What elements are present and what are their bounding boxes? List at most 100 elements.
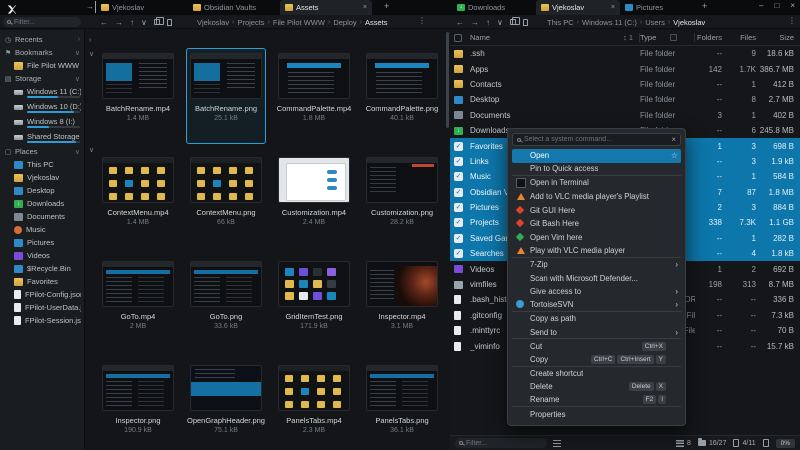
grid-item[interactable]: Inspector.mp4 3.1 MB [362, 256, 442, 352]
sidebar-item[interactable]: $Recycle.Bin [0, 262, 84, 275]
sidebar-item[interactable]: File Pilot WWW [0, 59, 84, 72]
breadcrumb-segment[interactable]: Vjekoslav [197, 18, 229, 27]
context-menu-item[interactable]: Pin to Quick access [512, 163, 681, 177]
file-row[interactable]: Desktop File folder -- 8 2.7 MB [450, 92, 800, 107]
grid-item[interactable]: PanelsTabs.mp4 2.3 MB [274, 360, 354, 450]
sidebar-section-header[interactable]: Recents › [0, 33, 84, 46]
up-icon[interactable]: ↑ [486, 18, 490, 27]
column-header-type[interactable]: Type [640, 33, 695, 42]
context-menu-item[interactable]: Copy as path [512, 312, 681, 326]
context-menu-item[interactable]: Add to VLC media player's Playlist [512, 190, 681, 204]
file-row[interactable]: .ssh File folder -- 9 18.6 kB [450, 46, 800, 61]
chevron-icon[interactable]: › [78, 36, 80, 43]
close-icon[interactable]: × [671, 135, 676, 144]
grid-item[interactable]: GridItemTest.png 171.9 kB [274, 256, 354, 352]
breadcrumb-segment[interactable]: Deploy [333, 18, 356, 27]
sidebar-item[interactable]: Desktop [0, 184, 84, 197]
grid-item[interactable]: BatchRename.mp4 1.4 MB [98, 48, 178, 144]
sidebar-item[interactable]: FPilot-UserData.json [0, 301, 84, 314]
tab-close-icon[interactable]: × [611, 4, 615, 11]
minimize-button[interactable]: – [759, 1, 763, 10]
tab[interactable]: Vjekoslav × [536, 0, 620, 15]
context-menu-item[interactable]: TortoiseSVN [512, 299, 681, 313]
scrollbar-thumb[interactable] [446, 32, 449, 128]
context-menu-item[interactable]: Git GUI Here [512, 203, 681, 217]
close-button[interactable]: × [790, 1, 795, 10]
tab[interactable]: Pictures [620, 0, 704, 15]
sidebar-item[interactable]: Vjekoslav [0, 171, 84, 184]
breadcrumb-segment[interactable]: This PC [547, 18, 574, 27]
sort-indicator[interactable]: ↕1 [623, 33, 640, 42]
file-row[interactable]: Documents File folder 3 1 402 B [450, 108, 800, 123]
back-icon[interactable]: ← [100, 18, 108, 27]
chevron-icon[interactable]: ∨ [75, 49, 80, 57]
sidebar-item[interactable]: Windows 11 (C:) [0, 85, 84, 98]
context-menu-item[interactable]: Create shortcut [512, 367, 681, 381]
new-tab-button[interactable]: + [384, 1, 389, 11]
context-menu-item[interactable]: Open Vim here [512, 231, 681, 245]
tab[interactable]: Assets × [280, 0, 372, 15]
context-menu-item[interactable]: Delete DeleteX [512, 380, 681, 394]
sidebar-filter[interactable] [3, 17, 81, 27]
group-collapse-icon[interactable]: › [89, 37, 91, 44]
sidebar-section-header[interactable]: Storage ∨ [0, 72, 84, 85]
context-menu-item[interactable]: Play with VLC media player [512, 244, 681, 258]
command-search-input[interactable] [524, 136, 668, 143]
sidebar-item[interactable]: Shared Storage (T:) [0, 130, 84, 143]
bookmark-icon[interactable] [523, 19, 528, 26]
grid-scrollbar[interactable] [446, 32, 449, 448]
context-menu-item[interactable]: Give access to [512, 285, 681, 299]
sidebar-section-header[interactable]: Bookmarks ∨ [0, 46, 84, 59]
tab-close-icon[interactable]: × [363, 4, 367, 11]
context-menu-item[interactable]: 7-Zip [512, 258, 681, 272]
grid-item[interactable]: Customization.png 28.2 kB [362, 152, 442, 248]
list-filter-input[interactable] [466, 440, 543, 447]
grid-item[interactable]: PanelsTabs.png 36.1 kB [362, 360, 442, 450]
collapse-sidebar-icon[interactable]: → [86, 1, 96, 13]
group-expand-icon[interactable]: ∨ [89, 146, 94, 154]
maximize-button[interactable]: □ [774, 1, 779, 10]
up-icon[interactable]: ↑ [130, 18, 134, 27]
sidebar-item[interactable]: Downloads [0, 197, 84, 210]
right-pane-overflow-icon[interactable]: ⋮ [788, 16, 796, 25]
history-dropdown-icon[interactable]: ∨ [141, 18, 147, 27]
column-header-name[interactable]: Name ↕1 [470, 33, 640, 42]
sidebar-item[interactable]: Windows 8 (I:) [0, 115, 84, 128]
history-dropdown-icon[interactable]: ∨ [497, 18, 503, 27]
breadcrumb-segment[interactable]: Vjekoslav [673, 18, 705, 27]
sidebar-filter-input[interactable] [14, 19, 77, 26]
back-icon[interactable]: ← [456, 18, 464, 27]
sidebar-item[interactable]: This PC [0, 158, 84, 171]
breadcrumb-segment[interactable]: File Pilot WWW [273, 18, 325, 27]
grid-item[interactable]: OpenGraphHeader.png 75.1 kB [186, 360, 266, 450]
list-filter[interactable] [455, 438, 547, 448]
tab[interactable]: Downloads [452, 0, 536, 15]
sidebar-item[interactable]: Favorites [0, 275, 84, 288]
column-header-size[interactable]: Size [756, 33, 800, 42]
command-search[interactable]: × [512, 133, 681, 146]
sidebar-item[interactable]: Pictures [0, 236, 84, 249]
grid-item[interactable]: CommandPalette.png 40.1 kB [362, 48, 442, 144]
context-menu-item[interactable]: Git Bash Here [512, 217, 681, 231]
tab[interactable]: Vjekoslav [96, 0, 188, 15]
grid-item[interactable]: BatchRename.png 25.1 kB [186, 48, 266, 144]
column-header-files[interactable]: Files [722, 33, 756, 42]
grid-item[interactable]: Inspector.png 190.9 kB [98, 360, 178, 450]
context-menu-item[interactable]: Open in Terminal [512, 176, 681, 190]
sidebar-section-header[interactable]: Places ∨ [0, 145, 84, 158]
breadcrumb-segment[interactable]: Users [645, 18, 665, 27]
bookmark-icon[interactable] [167, 19, 172, 26]
grid-item[interactable]: GoTo.mp4 2 MB [98, 256, 178, 352]
sidebar-item[interactable]: Music [0, 223, 84, 236]
left-pane-overflow-icon[interactable]: ⋮ [418, 16, 426, 25]
grid-item[interactable]: Customization.mp4 2.4 MB [274, 152, 354, 248]
chevron-icon[interactable]: ∨ [75, 148, 80, 156]
grid-item[interactable]: GoTo.png 33.6 kB [186, 256, 266, 352]
sidebar-item[interactable]: FPilot-Config.json [0, 288, 84, 301]
context-menu-item[interactable]: Rename F2I [512, 394, 681, 408]
breadcrumb-segment[interactable]: Projects [237, 18, 264, 27]
context-menu-item[interactable]: Scan with Microsoft Defender... [512, 271, 681, 285]
sidebar-item[interactable]: Windows 10 (D:) [0, 100, 84, 113]
context-menu-item[interactable]: Cut Ctrl+X [512, 339, 681, 353]
forward-icon[interactable]: → [471, 18, 479, 27]
